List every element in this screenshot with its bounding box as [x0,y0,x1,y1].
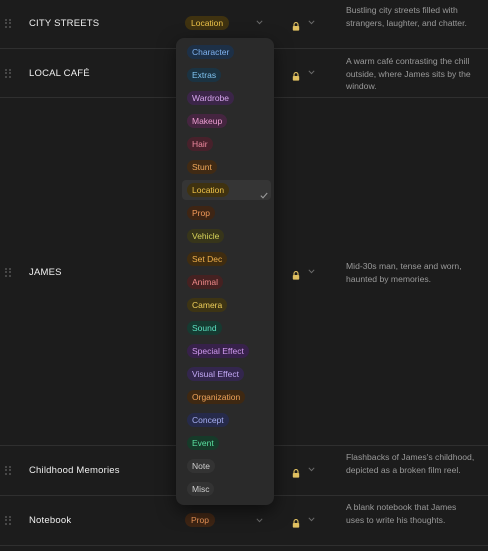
lock-icon[interactable] [292,18,300,31]
category-option-label: Misc [187,482,215,496]
lock-icon[interactable] [292,68,300,81]
category-option-label: Visual Effect [187,367,244,381]
category-option-misc[interactable]: Misc [182,479,271,499]
category-option-event[interactable]: Event [182,433,271,453]
category-badge[interactable]: Location [185,16,230,30]
category-option-visual-effect[interactable]: Visual Effect [182,364,271,384]
element-description[interactable]: Flashbacks of James's childhood, depicte… [346,451,476,476]
lock-icon[interactable] [292,267,300,280]
lock-icon[interactable] [292,465,300,478]
category-option-stunt[interactable]: Stunt [182,157,271,177]
lock-icon[interactable] [292,515,300,528]
element-name[interactable]: JAMES [29,267,62,278]
category-option-label: Stunt [187,160,217,174]
chevron-down-icon[interactable] [256,518,263,525]
category-option-label: Makeup [187,114,228,128]
category-option-location[interactable]: Location [182,180,271,200]
category-option-concept[interactable]: Concept [182,410,271,430]
category-option-label: Prop [187,206,215,220]
category-option-note[interactable]: Note [182,456,271,476]
chevron-down-icon[interactable] [308,467,315,474]
check-icon [260,186,268,204]
category-option-sound[interactable]: Sound [182,318,271,338]
chevron-down-icon[interactable] [308,269,315,276]
category-option-label: Location [187,183,230,197]
drag-handle-icon[interactable] [5,19,11,28]
chevron-down-icon[interactable] [308,20,315,27]
category-option-animal[interactable]: Animal [182,272,271,292]
category-option-character[interactable]: Character [182,42,271,62]
drag-handle-icon[interactable] [5,466,11,475]
category-option-label: Sound [187,321,222,335]
category-option-special-effect[interactable]: Special Effect [182,341,271,361]
category-dropdown-menu[interactable]: Character Extras Wardrobe Makeup Hair St… [176,38,274,505]
element-name[interactable]: CITY STREETS [29,18,99,29]
category-option-camera[interactable]: Camera [182,295,271,315]
category-option-label: Set Dec [187,252,228,266]
category-badge[interactable]: Prop [185,513,215,527]
category-option-label: Organization [187,390,246,404]
category-option-hair[interactable]: Hair [182,134,271,154]
chevron-down-icon[interactable] [256,20,263,27]
element-name[interactable]: LOCAL CAFÉ [29,68,90,79]
element-description[interactable]: A warm café contrasting the chill outsid… [346,55,476,93]
drag-handle-icon[interactable] [5,268,11,277]
element-description[interactable]: Bustling city streets filled with strang… [346,4,476,29]
chevron-down-icon[interactable] [308,517,315,524]
drag-handle-icon[interactable] [5,516,11,525]
category-option-label: Note [187,459,215,473]
category-option-vehicle[interactable]: Vehicle [182,226,271,246]
category-option-label: Wardrobe [187,91,235,105]
category-option-label: Character [187,45,235,59]
category-option-set-dec[interactable]: Set Dec [182,249,271,269]
category-option-label: Hair [187,137,213,151]
category-option-makeup[interactable]: Makeup [182,111,271,131]
category-option-label: Special Effect [187,344,249,358]
element-name[interactable]: Notebook [29,515,71,526]
category-option-wardrobe[interactable]: Wardrobe [182,88,271,108]
chevron-down-icon[interactable] [308,70,315,77]
drag-handle-icon[interactable] [5,69,11,78]
category-option-label: Camera [187,298,228,312]
category-option-label: Concept [187,413,229,427]
category-option-extras[interactable]: Extras [182,65,271,85]
category-option-label: Vehicle [187,229,225,243]
category-option-label: Event [187,436,219,450]
category-option-organization[interactable]: Organization [182,387,271,407]
category-option-label: Animal [187,275,223,289]
category-option-label: Extras [187,68,222,82]
element-name[interactable]: Childhood Memories [29,465,120,476]
element-description[interactable]: Mid-30s man, tense and worn, haunted by … [346,260,476,285]
category-option-prop[interactable]: Prop [182,203,271,223]
element-description[interactable]: A blank notebook that James uses to writ… [346,501,476,526]
